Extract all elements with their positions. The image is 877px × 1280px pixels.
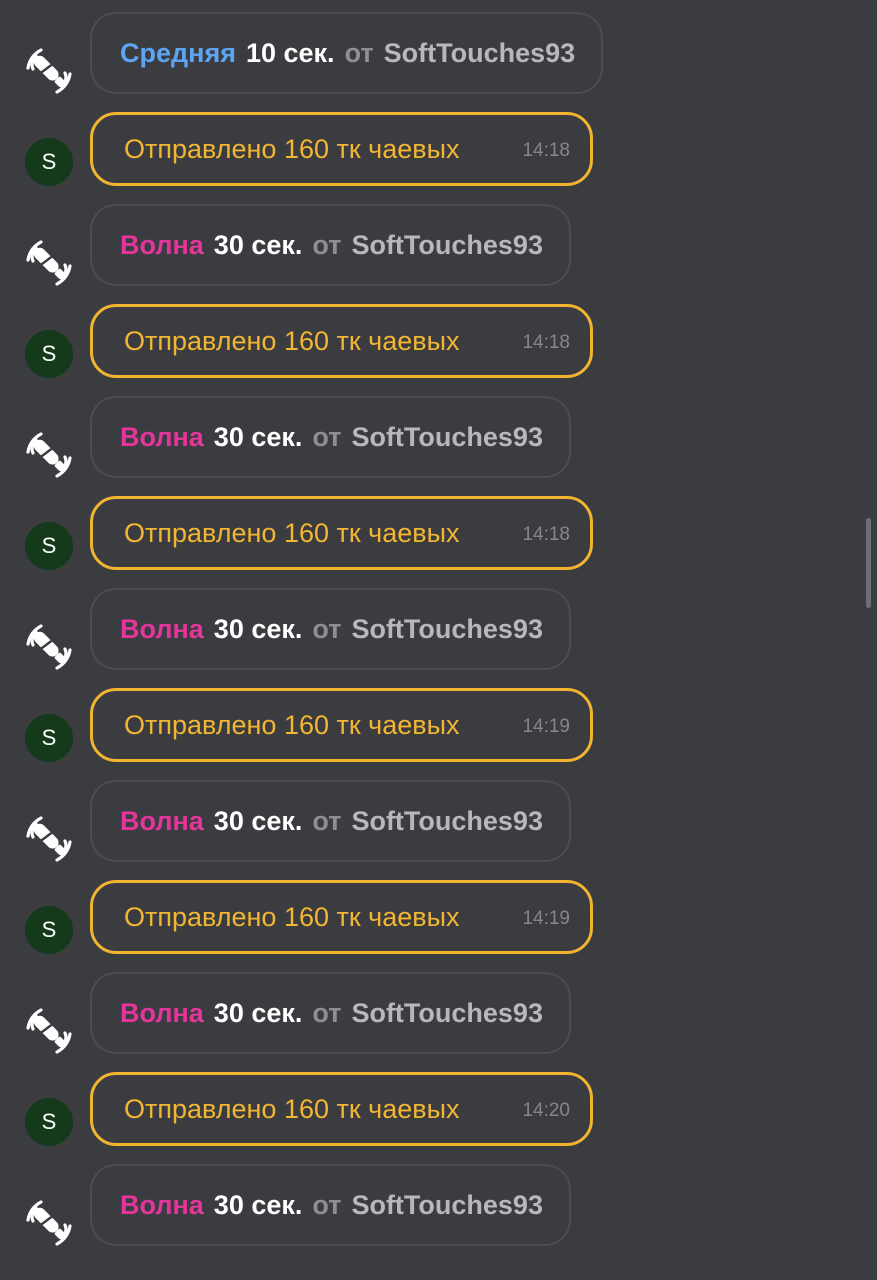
username[interactable]: SoftTouches93 [351,1190,543,1221]
chat-message-tip: S Отправлено 160 тк чаевых 14:18 [0,0,877,192]
message-time: 14:19 [522,908,570,929]
avatar[interactable]: S [25,330,73,378]
chat-message-tip: S Отправлено 160 тк чаевых 14:18 [0,192,877,384]
tip-text: Отправлено 160 тк чаевых [124,517,460,548]
tip-message-bubble: Отправлено 160 тк чаевых 14:19 [90,688,593,762]
avatar[interactable]: S [25,906,73,954]
from-label: от [312,1189,342,1220]
chat-message-tip: S Отправлено 160 тк чаевых 14:20 [0,960,877,1152]
message-time: 14:18 [522,140,570,161]
message-time: 14:18 [522,332,570,353]
chat-message-vibe: Волна 30 сек. от SoftTouches93 [0,1152,877,1280]
tip-text: Отправлено 160 тк чаевых [124,901,460,932]
chat-message-tip: S Отправлено 160 тк чаевых 14:19 [0,768,877,960]
avatar[interactable]: S [25,138,73,186]
tip-message-bubble: Отправлено 160 тк чаевых 14:19 [90,880,593,954]
tip-message-bubble: Отправлено 160 тк чаевых 14:20 [90,1072,593,1146]
tip-message-bubble: Отправлено 160 тк чаевых 14:18 [90,496,593,570]
message-time: 14:19 [522,716,570,737]
chat-message-tip: S Отправлено 160 тк чаевых 14:19 [0,576,877,768]
tip-message-bubble: Отправлено 160 тк чаевых 14:18 [90,112,593,186]
tip-text: Отправлено 160 тк чаевых [124,1093,460,1124]
tip-message-bubble: Отправлено 160 тк чаевых 14:18 [90,304,593,378]
tip-text: Отправлено 160 тк чаевых [124,709,460,740]
vibe-message-bubble: Волна 30 сек. от SoftTouches93 [90,1164,571,1246]
message-time: 14:18 [522,524,570,545]
vibe-level: Волна [120,1189,204,1220]
tip-text: Отправлено 160 тк чаевых [124,133,460,164]
vibe-duration: 30 сек. [213,1189,303,1220]
avatar[interactable]: S [25,714,73,762]
tip-text: Отправлено 160 тк чаевых [124,325,460,356]
chat-message-tip: S Отправлено 160 тк чаевых 14:18 [0,384,877,576]
avatar[interactable]: S [25,522,73,570]
message-time: 14:20 [522,1100,570,1121]
chat-feed[interactable]: Средняя 10 сек. от SoftTouches93 S Отпра… [0,0,877,1280]
scrollbar-thumb[interactable] [866,518,871,608]
vibrator-icon [24,1198,74,1248]
avatar[interactable]: S [25,1098,73,1146]
